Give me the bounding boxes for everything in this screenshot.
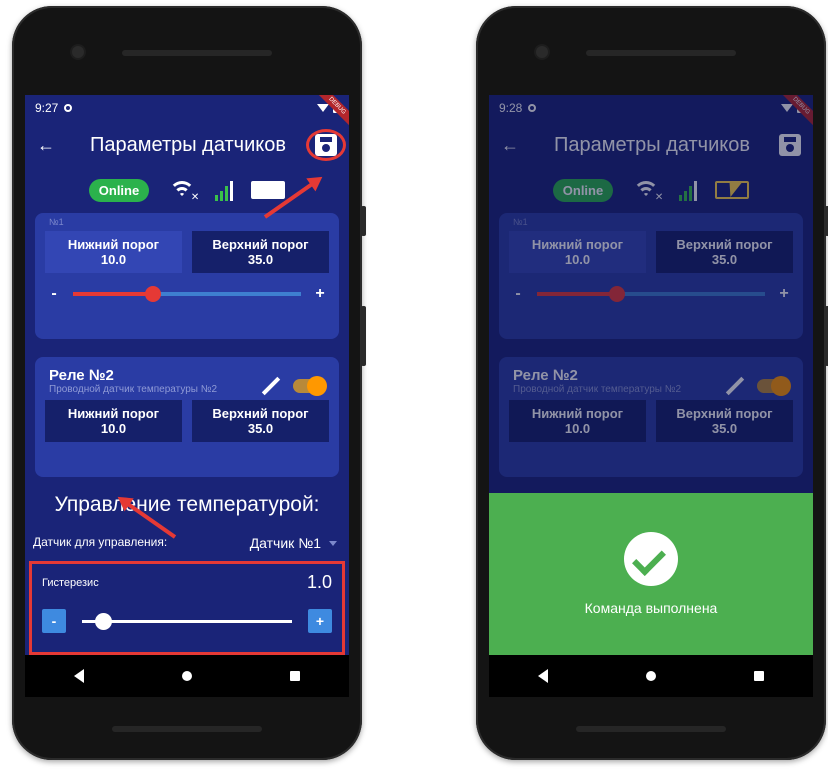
front-camera [536,46,548,58]
relay-subtitle: Проводной датчик температуры №2 [49,384,218,395]
back-arrow-icon[interactable]: ← [37,135,61,156]
hysteresis-label: Гистерезис [42,576,99,589]
hysteresis-slider[interactable] [82,612,292,630]
sensor-card-label: №1 [49,217,64,227]
nav-home-icon[interactable] [646,671,656,681]
section-title: Управление температурой: [54,493,320,516]
phone-left: 9:27 DEBUG ← Параметры датчиков Online ✕… [12,6,366,760]
wifi-off-icon: ✕ [167,179,199,203]
power-button [361,306,366,366]
low-threshold-tab[interactable]: Нижний порог 10.0 [45,400,182,442]
front-camera [72,46,84,58]
increment-button[interactable]: + [315,285,325,303]
stage: 9:27 DEBUG ← Параметры датчиков Online ✕… [0,0,828,769]
wifi-icon [317,104,329,112]
status-time: 9:27 [35,101,59,115]
relay-title: Реле №2 [49,367,114,384]
hysteresis-decrement-button[interactable]: - [42,609,66,633]
decrement-button[interactable]: - [49,285,59,303]
high-threshold-tab[interactable]: Верхний порог 35.0 [192,400,329,442]
low-threshold-tab[interactable]: Нижний порог 10.0 [45,231,182,273]
nav-bar [489,655,813,697]
bottom-speaker [112,726,262,732]
nav-bar [25,655,349,697]
hysteresis-panel: Гистерезис 1.0 - + [29,561,345,655]
control-sensor-row[interactable]: Датчик для управления: Датчик №1 [33,535,337,551]
nav-recents-icon[interactable] [754,671,764,681]
chevron-down-icon [329,540,337,546]
phone-right: 9:28 DEBUG ← Параметры датчиков Online ✕… [476,6,828,760]
nav-back-icon[interactable] [538,669,548,683]
page-title: Параметры датчиков [90,133,286,156]
pencil-icon[interactable] [261,377,279,395]
app-bar: ← Параметры датчиков [25,123,349,167]
success-toast: Команда выполнена [489,493,813,655]
relay-card-2: Реле №2 Проводной датчик температуры №2 … [35,357,339,477]
volume-button [361,206,366,236]
hysteresis-value: 1.0 [306,572,332,592]
slider-knob[interactable] [95,612,112,630]
nav-home-icon[interactable] [182,671,192,681]
hysteresis-increment-button[interactable]: + [308,609,332,633]
screen-right: 9:28 DEBUG ← Параметры датчиков Online ✕… [489,95,813,655]
high-threshold-tab[interactable]: Верхний порог 35.0 [192,231,329,273]
control-sensor-label: Датчик для управления: [33,535,168,549]
save-icon[interactable] [306,129,346,161]
check-icon [624,532,678,586]
signal-icon [215,179,234,201]
success-message: Команда выполнена [584,600,718,616]
battery-icon [251,181,286,199]
control-sensor-value[interactable]: Датчик №1 [250,535,321,551]
status-bar: 9:27 DEBUG [25,95,349,131]
highlight-ring [306,129,346,161]
nav-back-icon[interactable] [74,669,84,683]
slider-knob[interactable] [144,286,161,302]
earpiece [586,50,736,56]
threshold-slider[interactable] [73,286,301,302]
online-badge: Online [88,178,150,202]
relay-toggle[interactable] [293,376,327,396]
screen-left: 9:27 DEBUG ← Параметры датчиков Online ✕… [25,95,349,655]
bottom-speaker [576,726,726,732]
sensor-card-1: №1 Нижний порог 10.0 Верхний порог 35.0 … [35,213,339,339]
earpiece [122,50,272,56]
nav-recents-icon[interactable] [290,671,300,681]
gear-icon [64,104,73,112]
